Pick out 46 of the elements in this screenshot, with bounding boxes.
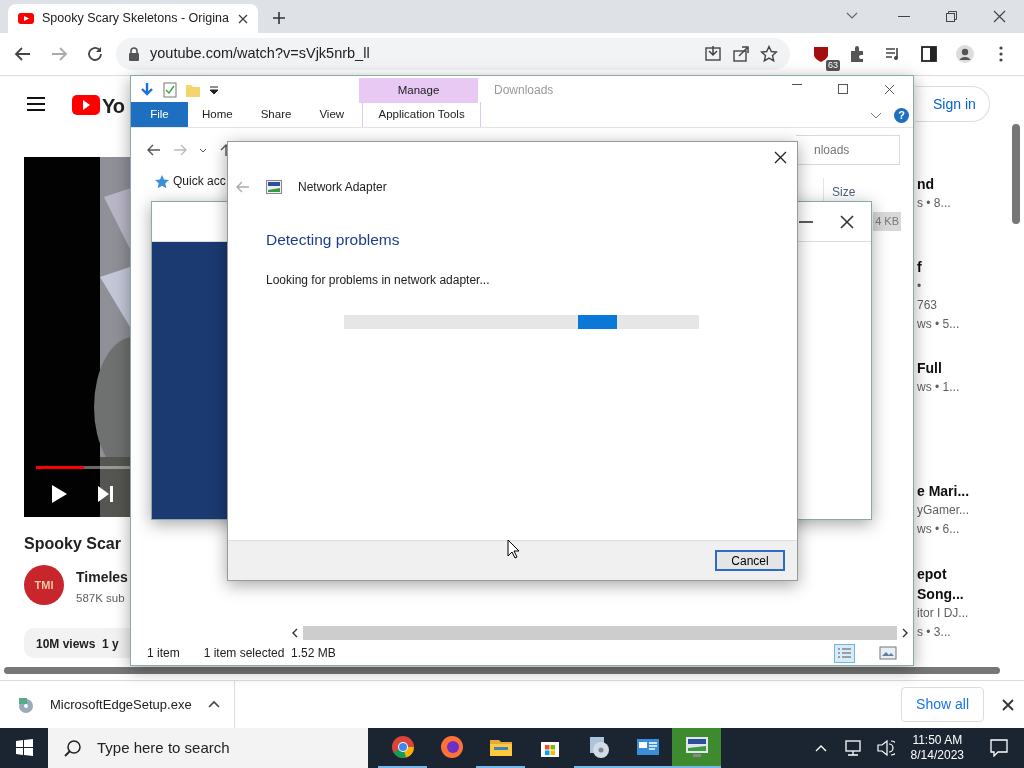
- channel-name[interactable]: Timeles: [76, 567, 128, 588]
- status-message: Looking for problems in network adapter...: [265, 272, 491, 290]
- video-meta: ws • 1...: [917, 379, 961, 396]
- search-field[interactable]: Type here to search: [48, 728, 368, 768]
- video-title[interactable]: nd: [917, 174, 1012, 194]
- dialog-heading: Network Adapter: [298, 179, 387, 196]
- nav-item[interactable]: Quick acc: [173, 172, 226, 190]
- video-title[interactable]: f: [917, 257, 1012, 277]
- tab-title: Spooky Scary Skeletons - Origina: [42, 10, 230, 28]
- video-meta: ws • 6...: [917, 521, 961, 538]
- status-text: 1 item selected 1.52 MB: [203, 645, 336, 662]
- help-button[interactable]: ?: [894, 108, 909, 123]
- video-meta: s • 3...: [917, 624, 952, 641]
- video-title[interactable]: Full: [917, 358, 1012, 378]
- subscriber-count: 587K sub: [76, 591, 125, 606]
- video-meta: ws • 5...: [917, 316, 961, 333]
- ribbon-tab[interactable]: Share: [246, 102, 306, 127]
- video-title[interactable]: Song...: [917, 584, 1012, 604]
- ribbon-tab[interactable]: Application Tools: [362, 102, 482, 127]
- file-size-cell: 4 KB: [873, 212, 901, 231]
- clock-date[interactable]: 8/14/2023: [910, 748, 964, 763]
- browser-tab[interactable]: Spooky Scary Skeletons - Origina: [8, 4, 258, 33]
- cancel-button[interactable]: Cancel: [715, 550, 785, 571]
- video-stats: 10M views 1 y: [24, 628, 130, 658]
- context-tab-header: Manage: [359, 78, 478, 103]
- file-name[interactable]: MicrosoftEdgeSetup.exe: [50, 694, 192, 715]
- window-title: Downloads: [493, 81, 555, 99]
- video-meta: s • 8...: [917, 195, 952, 212]
- video-meta: itor I DJ...: [917, 605, 970, 622]
- channel-avatar: TMI: [24, 565, 64, 605]
- search-field[interactable]: nloads: [796, 135, 900, 165]
- ribbon-tab[interactable]: View: [305, 102, 359, 127]
- clock-time[interactable]: 11:50 AM: [912, 733, 963, 748]
- video-title[interactable]: epot: [917, 564, 1012, 584]
- logo-text: Yo: [102, 94, 125, 119]
- video-meta: •: [917, 278, 923, 295]
- video-title[interactable]: e Mari...: [917, 481, 1012, 501]
- video-title: Spooky Scar: [24, 534, 121, 554]
- ribbon-tab[interactable]: File: [131, 102, 188, 127]
- status-text: 1 item: [147, 645, 180, 662]
- video-meta: 763: [917, 297, 939, 314]
- ribbon-tab[interactable]: Home: [188, 102, 247, 127]
- dialog-title: Detecting problems: [265, 230, 401, 250]
- show-all-button[interactable]: Show all: [901, 687, 984, 722]
- extension-badge: 63: [826, 60, 840, 71]
- video-meta: yGamer...: [917, 502, 970, 519]
